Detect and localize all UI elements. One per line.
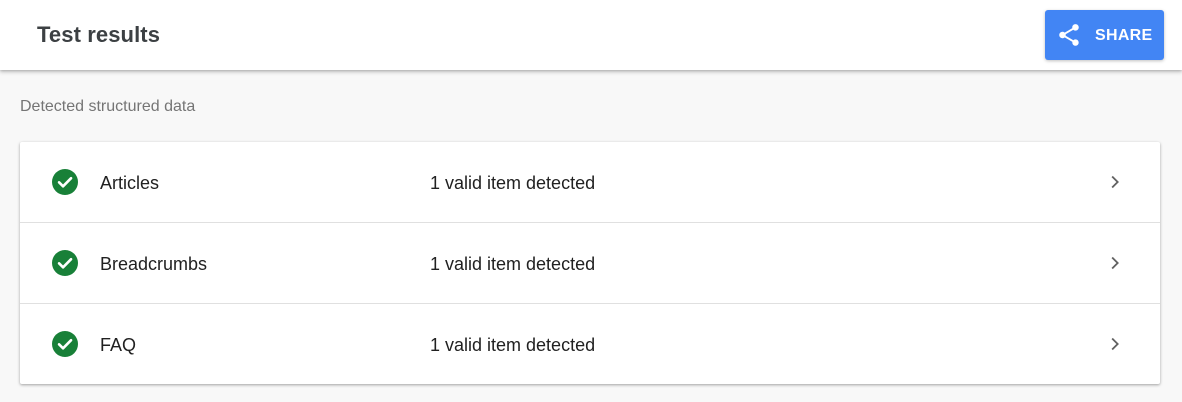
item-status: 1 valid item detected	[430, 173, 596, 193]
item-status: 1 valid item detected	[430, 254, 596, 274]
app-header: Test results SHARE	[0, 0, 1182, 70]
check-circle-icon	[52, 169, 78, 195]
list-item-breadcrumbs[interactable]: Breadcrumbs 1 valid item detected	[20, 223, 1160, 304]
page-title: Test results	[37, 22, 161, 47]
list-item-articles[interactable]: Articles 1 valid item detected	[20, 142, 1160, 223]
item-name: Breadcrumbs	[100, 254, 208, 274]
item-name: Articles	[100, 173, 160, 193]
chevron-right-icon	[1111, 175, 1119, 189]
chevron-right-icon	[1111, 256, 1119, 270]
chevron-right-icon	[1111, 337, 1119, 351]
item-status: 1 valid item detected	[430, 335, 596, 355]
check-circle-icon	[52, 331, 78, 357]
section-heading: Detected structured data	[20, 98, 196, 115]
share-button[interactable]: SHARE	[1045, 10, 1164, 60]
item-name: FAQ	[100, 335, 137, 355]
list-item-faq[interactable]: FAQ 1 valid item detected	[20, 304, 1160, 384]
structured-data-list: Articles 1 valid item detected Breadcrum…	[20, 142, 1160, 384]
share-icon	[1059, 24, 1079, 46]
share-button-label: SHARE	[1095, 27, 1153, 44]
check-circle-icon	[52, 250, 78, 276]
